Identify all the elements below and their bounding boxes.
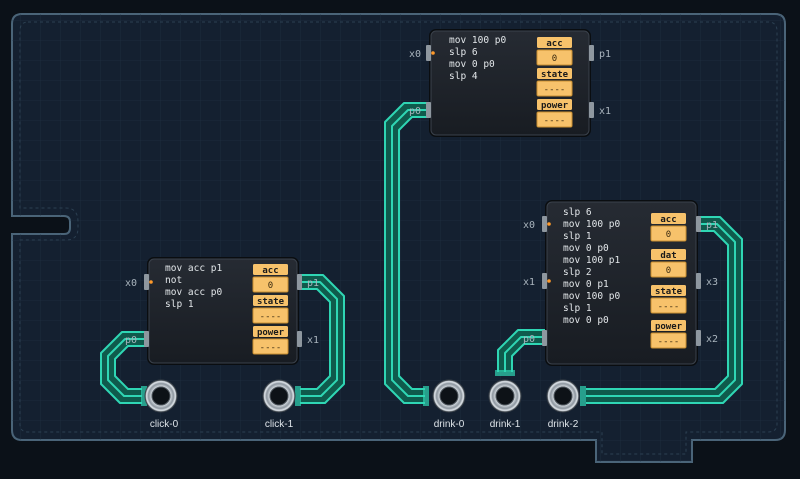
- register-state: state ----: [252, 295, 289, 324]
- code-line: mov 100 p0: [449, 35, 506, 46]
- register-power: power ----: [536, 99, 573, 128]
- register-state: state ----: [650, 285, 687, 314]
- port-x2[interactable]: x2: [706, 334, 718, 345]
- register-value: ----: [260, 312, 282, 322]
- register-value: ----: [544, 116, 566, 126]
- port-x0[interactable]: x0: [523, 220, 535, 231]
- svg-text:acc: acc: [660, 215, 676, 225]
- code-line: mov 100 p0: [563, 291, 620, 302]
- code-line: mov 100 p1: [563, 255, 620, 266]
- register-power: power ----: [252, 326, 289, 355]
- register-value: 0: [666, 230, 671, 240]
- code-line: slp 1: [563, 231, 592, 242]
- code-line: mov acc p1: [165, 263, 222, 274]
- register-value: ----: [260, 343, 282, 353]
- register-value: ----: [658, 302, 680, 312]
- svg-text:dat: dat: [660, 251, 676, 261]
- code-line: slp 6: [563, 207, 592, 218]
- port-x1[interactable]: x1: [599, 106, 611, 117]
- register-acc: acc 0: [252, 264, 289, 293]
- port-p0[interactable]: p0: [409, 106, 421, 117]
- svg-text:acc: acc: [262, 266, 278, 276]
- register-value: 0: [666, 266, 671, 276]
- code-line: mov 0 p1: [563, 279, 609, 290]
- svg-text:state: state: [655, 287, 683, 297]
- code-line: slp 4: [449, 71, 478, 82]
- code-line: slp 2: [563, 267, 592, 278]
- module-a[interactable]: x0 p1 p0 x1 mov 100 p0 slp 6 mov 0 p0 sl…: [409, 29, 611, 137]
- port-x1[interactable]: x1: [307, 335, 319, 346]
- code-line: mov 100 p0: [563, 219, 620, 230]
- code-line: mov 0 p0: [449, 59, 495, 70]
- register-acc: acc 0: [536, 37, 573, 66]
- code-line: mov 0 p0: [563, 315, 609, 326]
- module-b[interactable]: x0 p1 p0 x1 mov acc p1 not mov acc p0 sl…: [125, 257, 319, 365]
- port-x1[interactable]: x1: [523, 277, 535, 288]
- port-p0[interactable]: p0: [523, 334, 535, 345]
- port-p1[interactable]: p1: [307, 278, 319, 289]
- register-power: power ----: [650, 320, 687, 349]
- socket-label: drink-1: [490, 419, 521, 430]
- socket-label: click-0: [150, 419, 179, 430]
- port-p0[interactable]: p0: [125, 335, 137, 346]
- register-value: ----: [658, 337, 680, 347]
- svg-text:state: state: [257, 297, 285, 307]
- active-port-icon: [547, 279, 551, 283]
- port-x0[interactable]: x0: [125, 278, 137, 289]
- active-port-icon: [431, 51, 435, 55]
- register-value: 0: [552, 54, 557, 64]
- code-line: slp 1: [563, 303, 592, 314]
- register-value: 0: [268, 281, 273, 291]
- svg-text:state: state: [541, 70, 569, 80]
- code-line: mov 0 p0: [563, 243, 609, 254]
- socket-label: drink-2: [548, 419, 579, 430]
- svg-text:acc: acc: [546, 39, 562, 49]
- register-dat: dat 0: [650, 249, 687, 278]
- socket-label: drink-0: [434, 419, 465, 430]
- svg-text:power: power: [257, 328, 285, 338]
- active-port-icon: [149, 280, 153, 284]
- port-p1[interactable]: p1: [706, 220, 718, 231]
- port-x0[interactable]: x0: [409, 49, 421, 60]
- register-state: state ----: [536, 68, 573, 97]
- active-port-icon: [547, 222, 551, 226]
- svg-text:power: power: [541, 101, 569, 111]
- register-acc: acc 0: [650, 213, 687, 242]
- port-x3[interactable]: x3: [706, 277, 718, 288]
- code-line: not: [165, 275, 182, 286]
- register-value: ----: [544, 85, 566, 95]
- svg-text:power: power: [655, 322, 683, 332]
- port-p1[interactable]: p1: [599, 49, 611, 60]
- code-line: mov acc p0: [165, 287, 222, 298]
- code-line: slp 6: [449, 47, 478, 58]
- socket-label: click-1: [265, 419, 294, 430]
- module-c[interactable]: x0 p1 x1 x3 p0 x2 slp 6 mov 100 p0 slp 1…: [523, 200, 718, 366]
- code-line: slp 1: [165, 299, 194, 310]
